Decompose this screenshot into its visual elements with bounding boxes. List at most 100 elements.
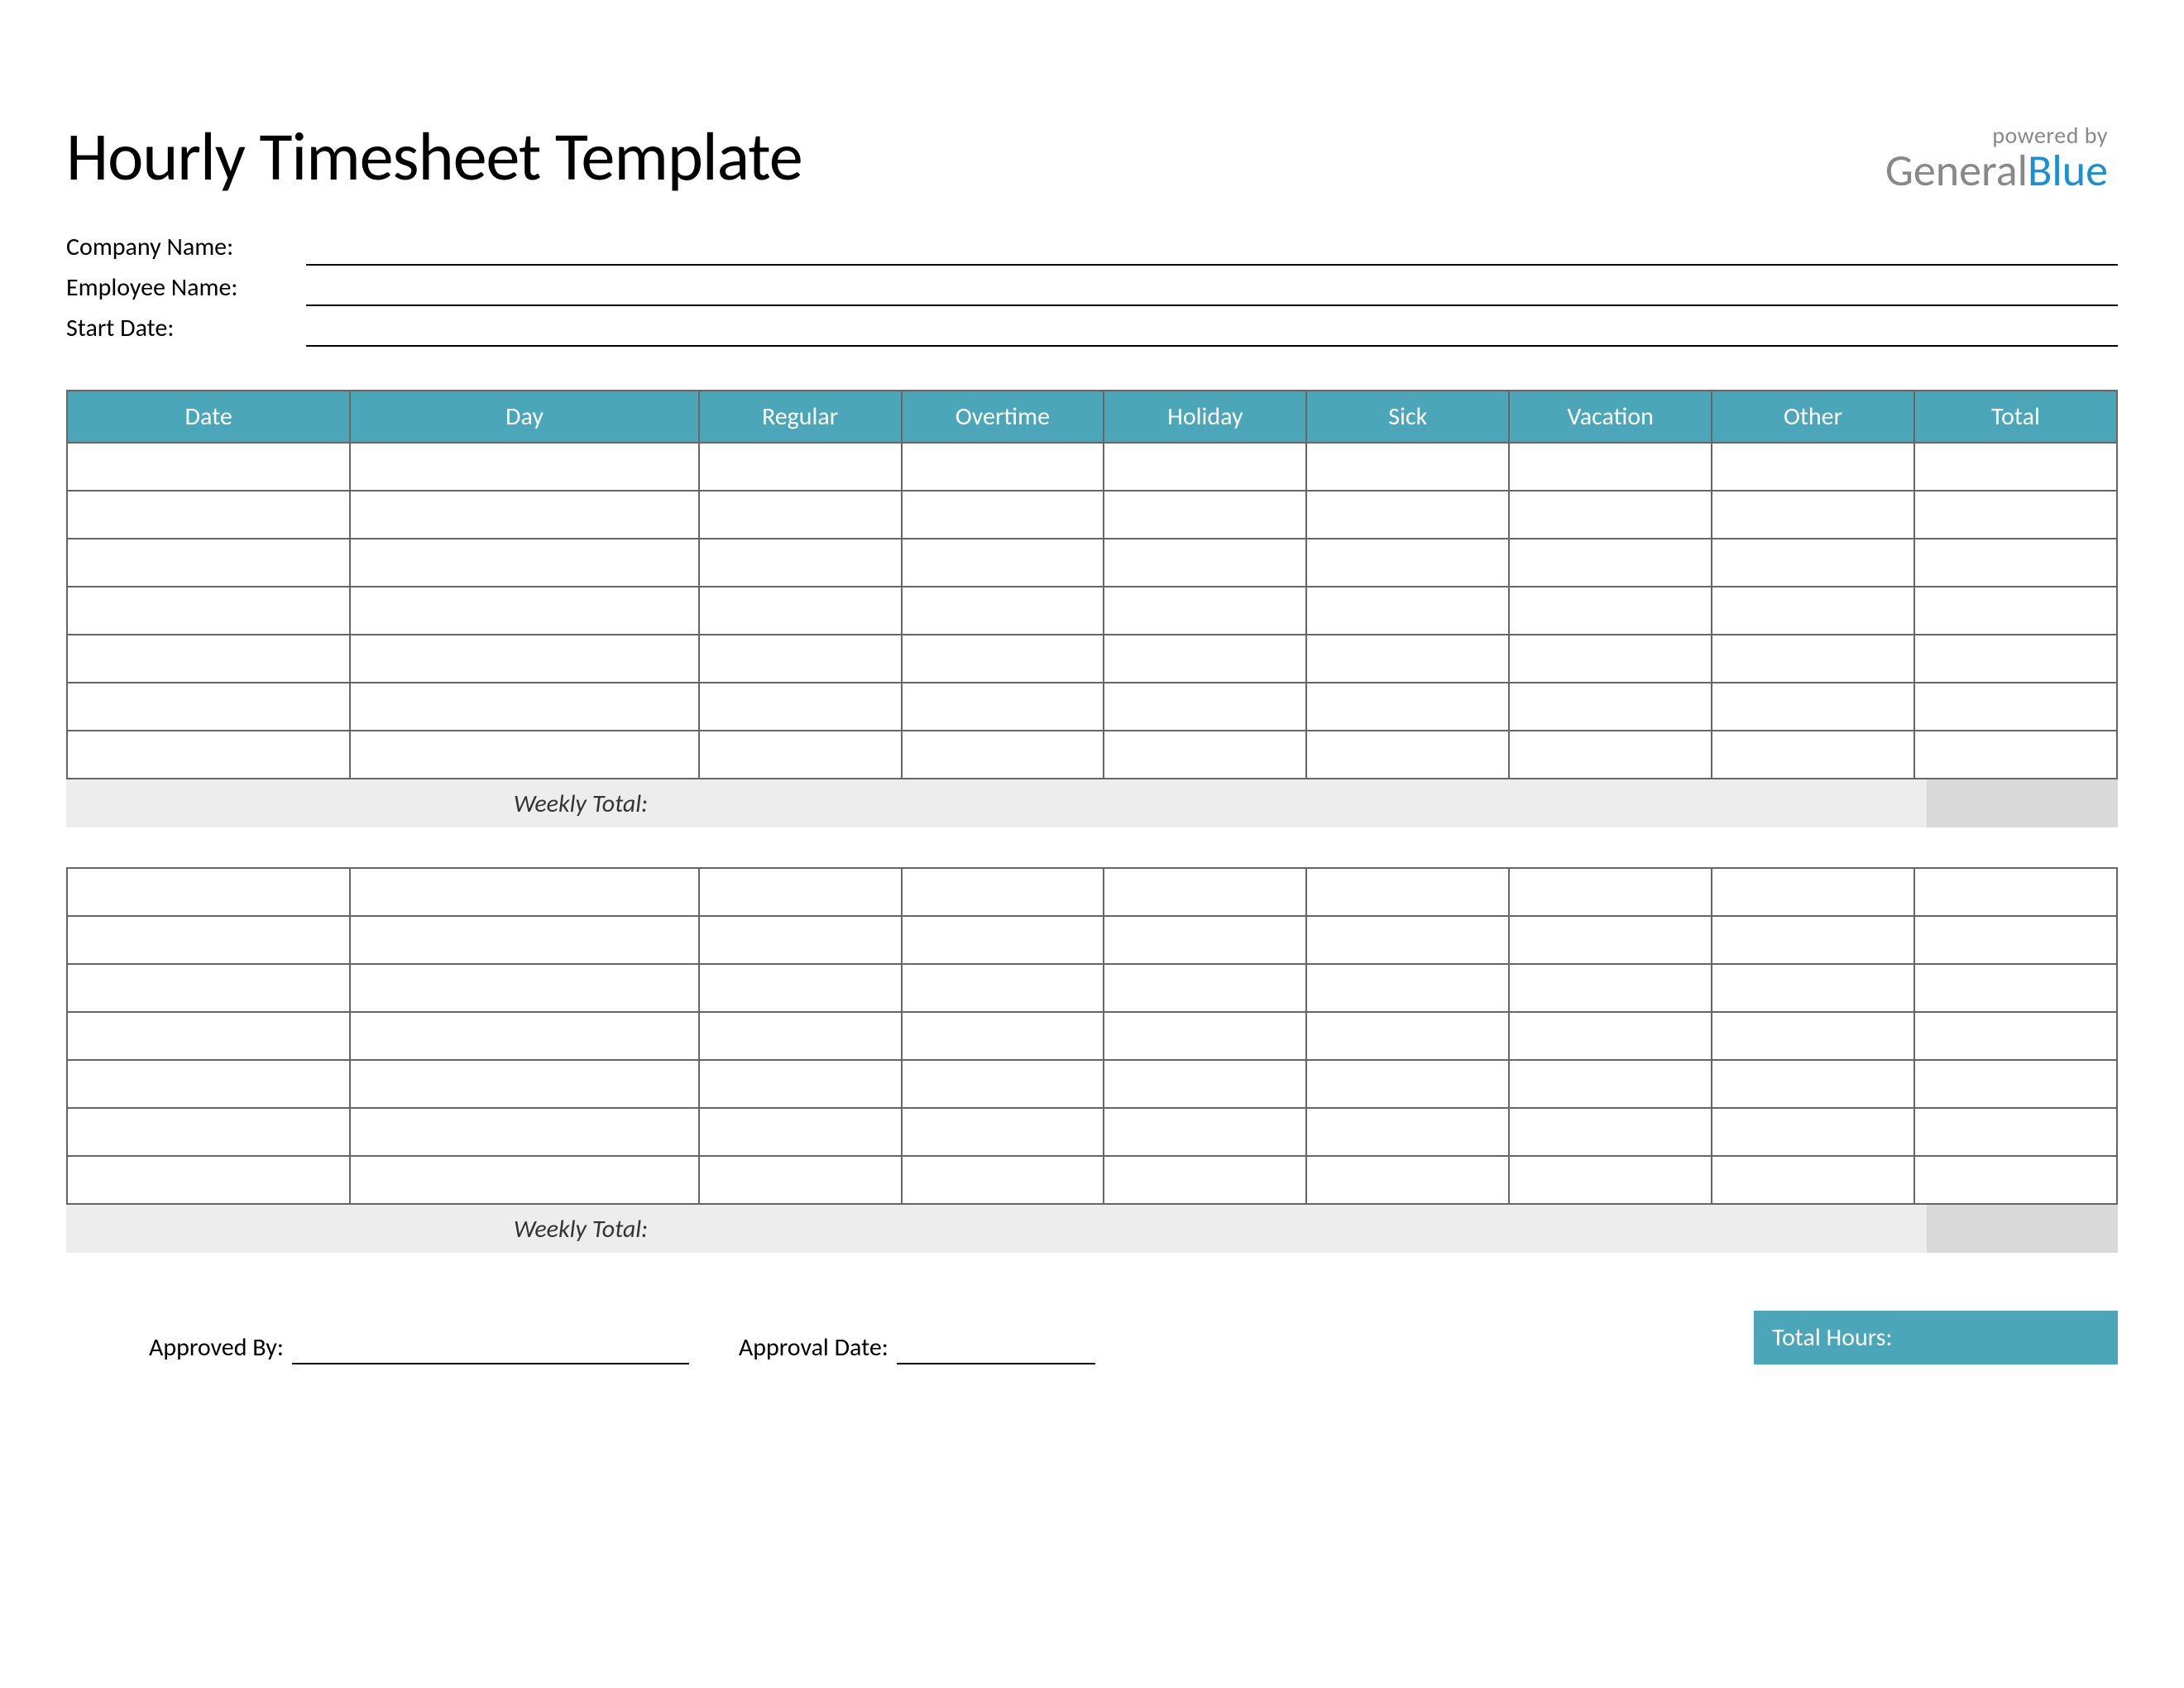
table-cell[interactable] bbox=[67, 916, 350, 964]
table-cell[interactable] bbox=[1306, 587, 1509, 635]
table-cell[interactable] bbox=[350, 1012, 698, 1060]
table-cell[interactable] bbox=[699, 1012, 902, 1060]
table-cell[interactable] bbox=[1712, 443, 1914, 491]
table-cell[interactable] bbox=[1306, 491, 1509, 539]
table-cell[interactable] bbox=[1509, 916, 1712, 964]
table-cell[interactable] bbox=[1306, 683, 1509, 731]
table-cell[interactable] bbox=[1712, 916, 1914, 964]
table-cell[interactable] bbox=[1509, 1108, 1712, 1156]
table-cell[interactable] bbox=[1914, 1060, 2117, 1108]
table-cell[interactable] bbox=[699, 1108, 902, 1156]
table-cell[interactable] bbox=[67, 1156, 350, 1204]
table-cell[interactable] bbox=[1712, 731, 1914, 779]
table-cell[interactable] bbox=[350, 587, 698, 635]
table-cell[interactable] bbox=[1509, 1156, 1712, 1204]
table-cell[interactable] bbox=[1104, 1012, 1306, 1060]
table-cell[interactable] bbox=[1104, 443, 1306, 491]
start-date-input[interactable] bbox=[306, 314, 2118, 347]
table-cell[interactable] bbox=[1712, 587, 1914, 635]
table-cell[interactable] bbox=[1509, 964, 1712, 1012]
table-cell[interactable] bbox=[67, 964, 350, 1012]
table-cell[interactable] bbox=[67, 539, 350, 587]
table-cell[interactable] bbox=[902, 731, 1104, 779]
table-cell[interactable] bbox=[1306, 916, 1509, 964]
table-cell[interactable] bbox=[699, 635, 902, 683]
table-cell[interactable] bbox=[67, 587, 350, 635]
table-cell[interactable] bbox=[1306, 539, 1509, 587]
table-cell[interactable] bbox=[699, 964, 902, 1012]
table-cell[interactable] bbox=[1712, 635, 1914, 683]
table-cell[interactable] bbox=[699, 1060, 902, 1108]
table-cell[interactable] bbox=[902, 491, 1104, 539]
table-cell[interactable] bbox=[1914, 635, 2117, 683]
table-cell[interactable] bbox=[1914, 491, 2117, 539]
table-cell[interactable] bbox=[699, 587, 902, 635]
table-cell[interactable] bbox=[1914, 1108, 2117, 1156]
table-cell[interactable] bbox=[902, 539, 1104, 587]
table-cell[interactable] bbox=[1104, 964, 1306, 1012]
table-cell[interactable] bbox=[1509, 1012, 1712, 1060]
table-cell[interactable] bbox=[902, 916, 1104, 964]
table-cell[interactable] bbox=[350, 731, 698, 779]
table-cell[interactable] bbox=[1104, 635, 1306, 683]
table-cell[interactable] bbox=[1509, 587, 1712, 635]
table-cell[interactable] bbox=[1104, 683, 1306, 731]
table-cell[interactable] bbox=[1306, 1156, 1509, 1204]
table-cell[interactable] bbox=[67, 443, 350, 491]
table-cell[interactable] bbox=[350, 491, 698, 539]
table-cell[interactable] bbox=[1914, 683, 2117, 731]
table-cell[interactable] bbox=[1104, 731, 1306, 779]
table-cell[interactable] bbox=[1509, 491, 1712, 539]
table-cell[interactable] bbox=[1914, 539, 2117, 587]
table-cell[interactable] bbox=[1306, 1012, 1509, 1060]
table-cell[interactable] bbox=[902, 1060, 1104, 1108]
table-cell[interactable] bbox=[350, 635, 698, 683]
table-cell[interactable] bbox=[1104, 491, 1306, 539]
company-name-input[interactable] bbox=[306, 233, 2118, 266]
table-cell[interactable] bbox=[67, 868, 350, 916]
table-cell[interactable] bbox=[699, 868, 902, 916]
table-cell[interactable] bbox=[1104, 916, 1306, 964]
table-cell[interactable] bbox=[1306, 731, 1509, 779]
table-cell[interactable] bbox=[1509, 731, 1712, 779]
table-cell[interactable] bbox=[350, 964, 698, 1012]
table-cell[interactable] bbox=[1914, 1156, 2117, 1204]
table-cell[interactable] bbox=[350, 1108, 698, 1156]
table-cell[interactable] bbox=[1712, 964, 1914, 1012]
table-cell[interactable] bbox=[902, 868, 1104, 916]
table-cell[interactable] bbox=[1712, 1156, 1914, 1204]
table-cell[interactable] bbox=[67, 491, 350, 539]
table-cell[interactable] bbox=[67, 1108, 350, 1156]
table-cell[interactable] bbox=[67, 635, 350, 683]
table-cell[interactable] bbox=[1509, 635, 1712, 683]
table-cell[interactable] bbox=[1509, 1060, 1712, 1108]
table-cell[interactable] bbox=[1712, 1012, 1914, 1060]
table-cell[interactable] bbox=[1104, 1060, 1306, 1108]
table-cell[interactable] bbox=[350, 683, 698, 731]
table-cell[interactable] bbox=[1712, 683, 1914, 731]
table-cell[interactable] bbox=[1914, 587, 2117, 635]
table-cell[interactable] bbox=[1104, 1108, 1306, 1156]
table-cell[interactable] bbox=[1712, 1060, 1914, 1108]
table-cell[interactable] bbox=[1914, 1012, 2117, 1060]
table-cell[interactable] bbox=[902, 635, 1104, 683]
table-cell[interactable] bbox=[699, 443, 902, 491]
table-cell[interactable] bbox=[1914, 868, 2117, 916]
table-cell[interactable] bbox=[699, 683, 902, 731]
table-cell[interactable] bbox=[699, 491, 902, 539]
table-cell[interactable] bbox=[699, 731, 902, 779]
approved-by-input[interactable] bbox=[292, 1333, 689, 1364]
table-cell[interactable] bbox=[699, 1156, 902, 1204]
table-cell[interactable] bbox=[1306, 1060, 1509, 1108]
table-cell[interactable] bbox=[1712, 539, 1914, 587]
table-cell[interactable] bbox=[902, 1156, 1104, 1204]
table-cell[interactable] bbox=[1509, 683, 1712, 731]
table-cell[interactable] bbox=[350, 916, 698, 964]
table-cell[interactable] bbox=[699, 539, 902, 587]
table-cell[interactable] bbox=[350, 1156, 698, 1204]
table-cell[interactable] bbox=[1712, 491, 1914, 539]
employee-name-input[interactable] bbox=[306, 273, 2118, 306]
table-cell[interactable] bbox=[902, 1012, 1104, 1060]
table-cell[interactable] bbox=[67, 683, 350, 731]
table-cell[interactable] bbox=[1914, 916, 2117, 964]
